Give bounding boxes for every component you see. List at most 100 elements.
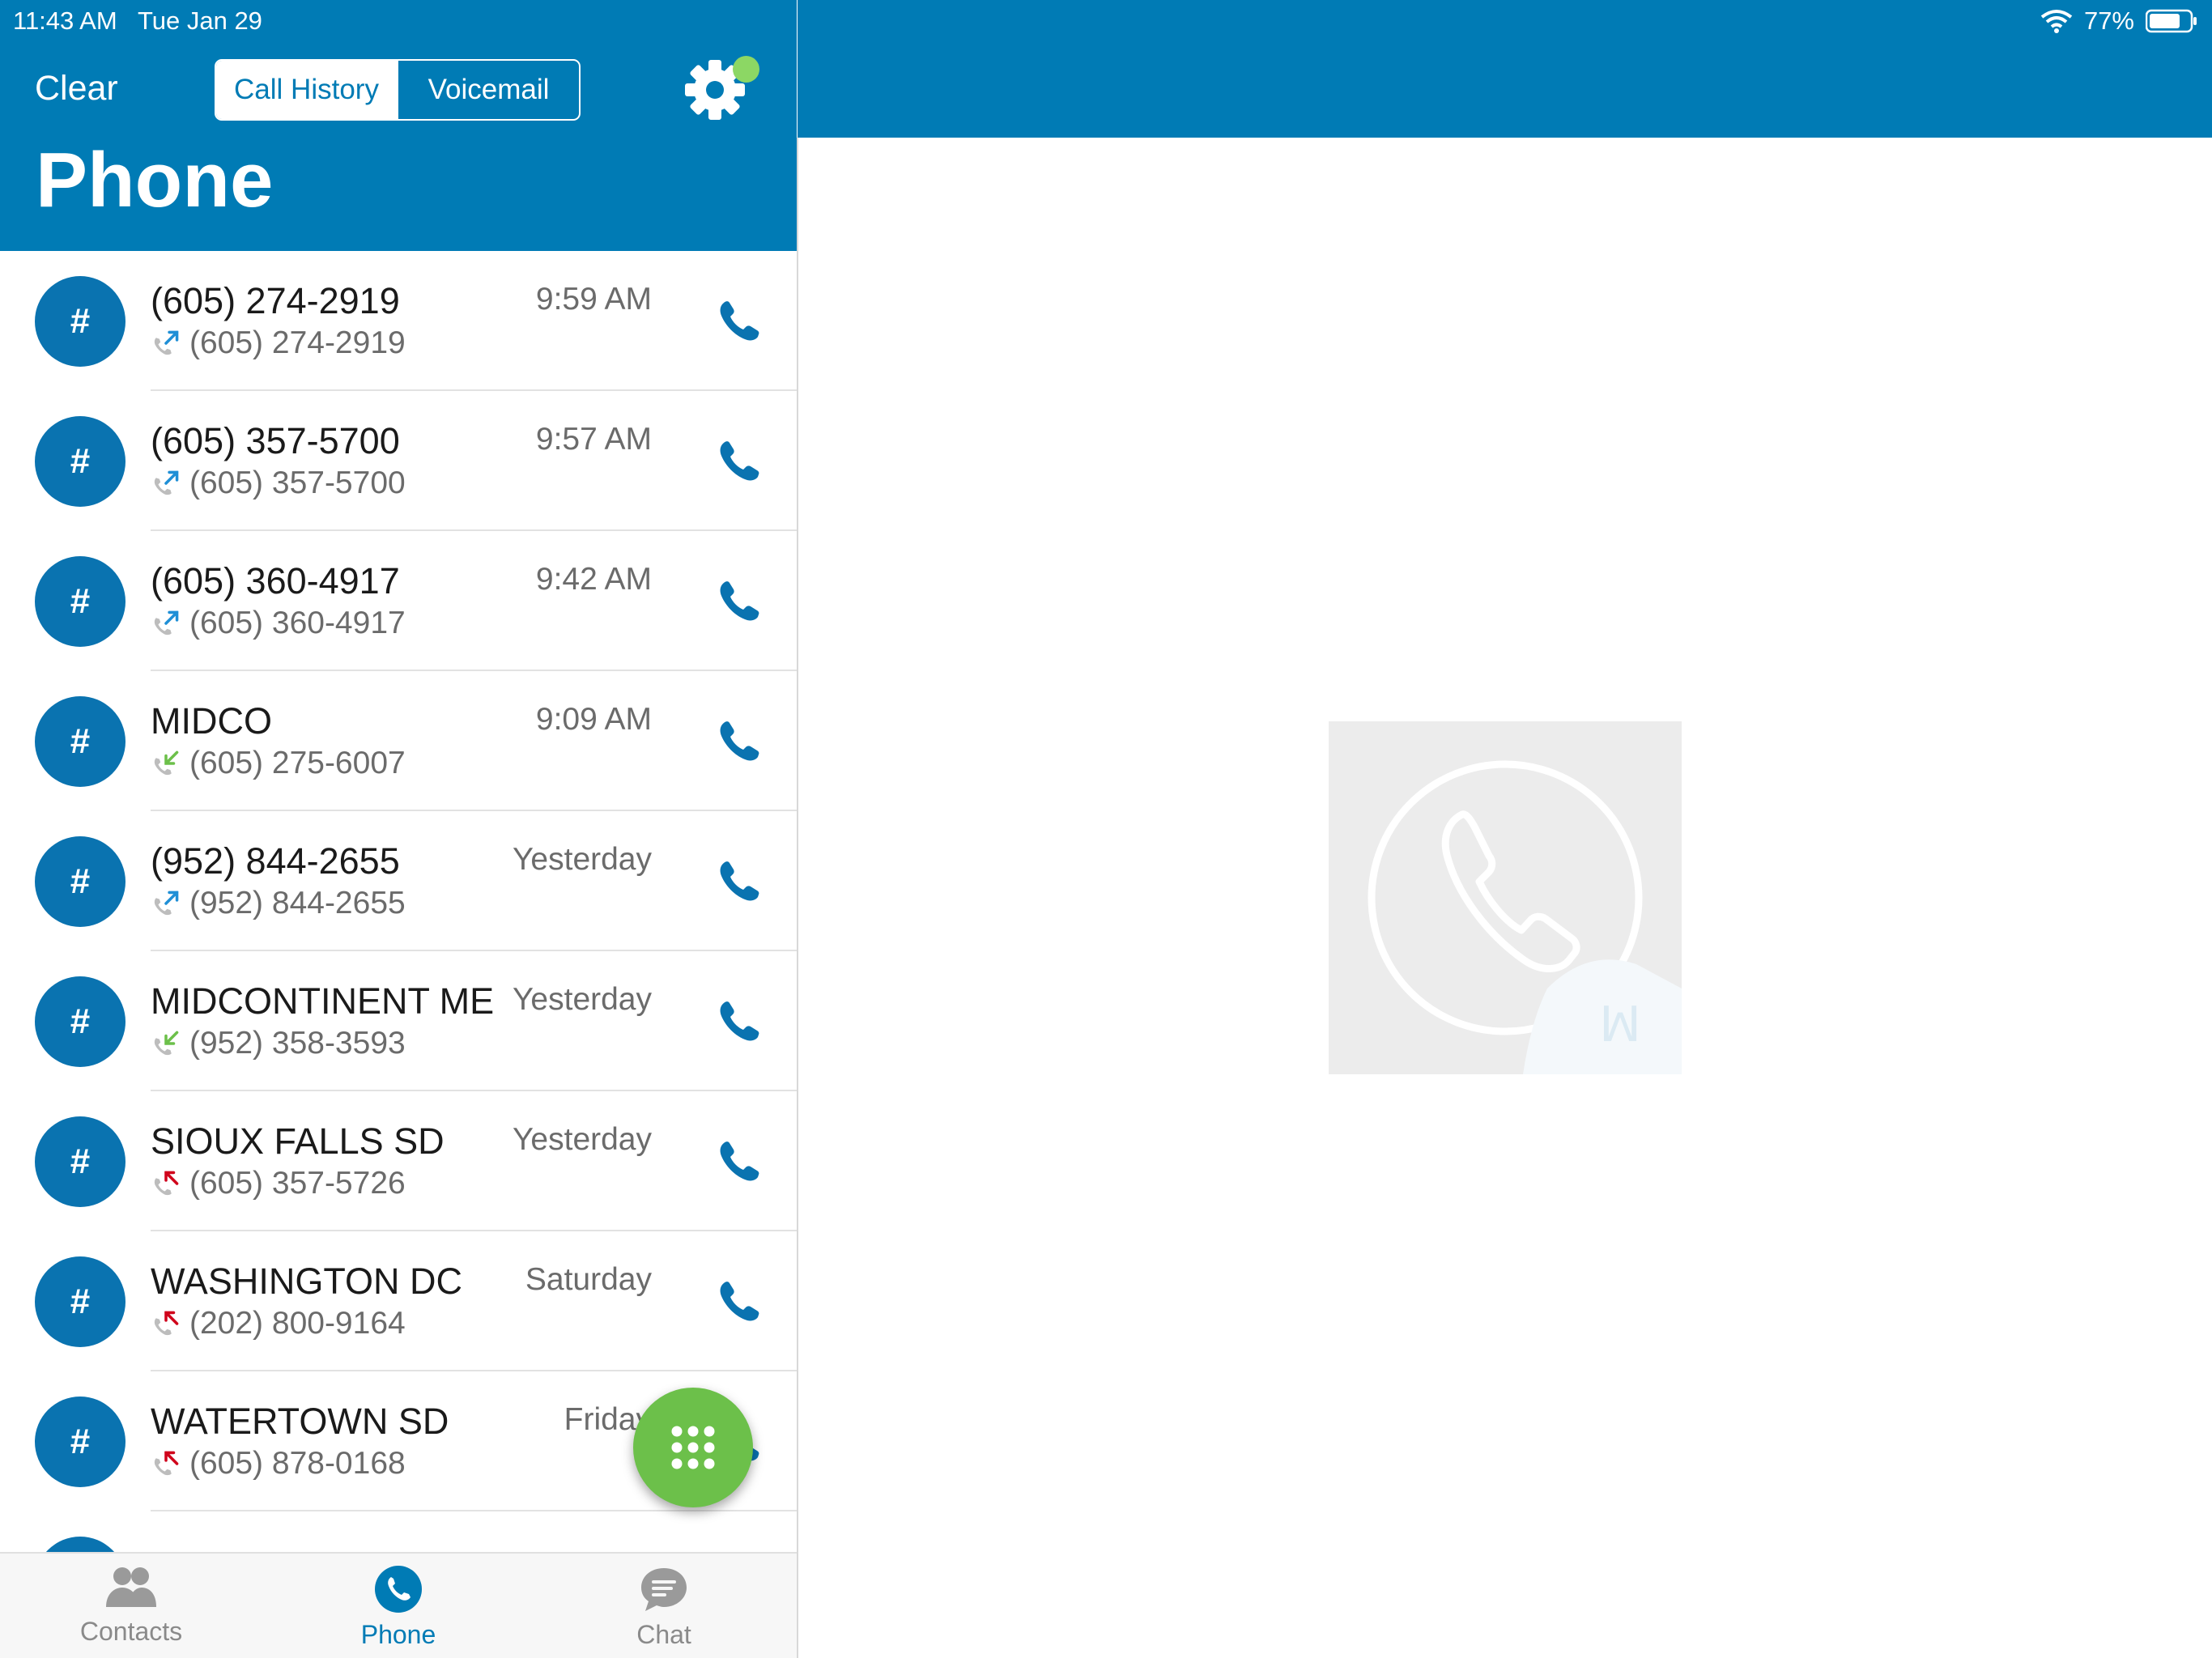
tab-chat-label: Chat <box>636 1620 691 1649</box>
call-row[interactable]: # MIDCO (605) 275-6007 9:09 AM <box>0 671 797 811</box>
avatar: # <box>35 1116 125 1207</box>
call-row[interactable]: # (952) 844-2655 (952) 844-2655 Yesterday <box>0 811 797 951</box>
missed-call-icon <box>154 1171 179 1196</box>
avatar: # <box>35 696 125 787</box>
outgoing-call-icon <box>154 610 179 636</box>
call-number: (605) 357-5700 <box>189 466 406 500</box>
status-time: 11:43 AM <box>13 6 117 35</box>
page-title: Phone <box>36 137 274 223</box>
contacts-icon <box>106 1567 156 1607</box>
avatar: # <box>35 416 125 507</box>
history-voicemail-toggle: Call History Voicemail <box>215 59 581 121</box>
avatar: # <box>35 976 125 1067</box>
call-number: (952) 844-2655 <box>189 886 406 920</box>
call-time: Yesterday <box>512 842 652 877</box>
phone-icon <box>375 1566 422 1613</box>
avatar: # <box>35 276 125 367</box>
call-time: Saturday <box>525 1262 652 1297</box>
incoming-call-icon <box>154 750 179 776</box>
call-time: 9:09 AM <box>535 702 652 737</box>
phone-circle-icon: ꟽ <box>1329 721 1682 1074</box>
tab-phone-label: Phone <box>360 1620 436 1649</box>
call-row[interactable]: # (605) 357-5700 (605) 357-5700 9:57 AM <box>0 391 797 531</box>
tab-phone[interactable]: Phone <box>317 1565 479 1650</box>
clear-button[interactable]: Clear <box>35 69 118 108</box>
call-time: 9:42 AM <box>535 562 652 597</box>
avatar: # <box>35 836 125 927</box>
call-row[interactable]: # WASHINGTON DC (202) 800-9164 Saturday <box>0 1231 797 1371</box>
status-bar: 11:43 AM Tue Jan 29 77% <box>0 0 2212 44</box>
phone-icon[interactable] <box>713 1272 769 1329</box>
call-row[interactable]: # (605) 274-2919 (605) 274-2919 9:59 AM <box>0 251 797 391</box>
missed-call-icon <box>154 1451 179 1476</box>
call-number: (202) 800-9164 <box>189 1306 406 1341</box>
status-date: Tue Jan 29 <box>137 6 262 35</box>
incoming-call-icon <box>154 1031 179 1056</box>
phone-icon[interactable] <box>713 992 769 1048</box>
call-row[interactable]: # MIDCONTINENT ME (952) 358-3593 Yesterday <box>0 951 797 1091</box>
call-subline: (202) 800-9164 <box>151 1306 406 1341</box>
call-subline: (605) 878-0168 <box>151 1446 406 1482</box>
phone-icon[interactable] <box>713 572 769 628</box>
missed-call-icon <box>154 1311 179 1336</box>
outgoing-call-icon <box>154 470 179 495</box>
chat-icon <box>641 1568 687 1611</box>
phone-icon[interactable] <box>713 432 769 488</box>
call-subline: (605) 360-4917 <box>151 606 406 641</box>
call-row[interactable]: # <box>0 1511 797 1552</box>
split-divider <box>797 138 798 1658</box>
tab-contacts-label: Contacts <box>79 1617 183 1646</box>
call-subline: (605) 357-5700 <box>151 466 406 501</box>
call-time: Yesterday <box>512 982 652 1017</box>
call-number: (605) 274-2919 <box>189 325 406 360</box>
call-name: WASHINGTON DC <box>151 1261 463 1302</box>
call-name: WATERTOWN SD <box>151 1401 449 1442</box>
bottom-tab-bar: Contacts Phone Chat <box>0 1552 797 1658</box>
phone-icon[interactable] <box>713 852 769 908</box>
call-name: MIDCO <box>151 700 272 742</box>
call-subline: (605) 274-2919 <box>151 325 406 361</box>
call-number: (605) 360-4917 <box>189 606 406 640</box>
call-name: (605) 360-4917 <box>151 560 400 602</box>
dialpad-icon <box>671 1426 715 1469</box>
battery-percent: 77% <box>2083 6 2134 35</box>
avatar: # <box>35 1397 125 1487</box>
call-number: (605) 357-5726 <box>189 1166 406 1201</box>
outgoing-call-icon <box>154 330 179 355</box>
status-right: 77% <box>2040 6 2197 36</box>
call-number: (952) 358-3593 <box>189 1026 406 1061</box>
call-name: MIDCONTINENT ME <box>151 980 495 1022</box>
call-row[interactable]: # SIOUX FALLS SD (605) 357-5726 Yesterday <box>0 1091 797 1231</box>
tab-call-history[interactable]: Call History <box>216 61 397 119</box>
battery-icon <box>2146 9 2197 33</box>
call-subline: (605) 357-5726 <box>151 1166 406 1201</box>
call-name: (605) 274-2919 <box>151 280 400 321</box>
avatar: # <box>35 1537 125 1552</box>
phone-icon[interactable] <box>713 291 769 348</box>
call-time: Yesterday <box>512 1122 652 1157</box>
call-subline: (605) 275-6007 <box>151 746 406 781</box>
phone-icon[interactable] <box>713 712 769 768</box>
call-number: (605) 275-6007 <box>189 746 406 780</box>
svg-text:ꟽ: ꟽ <box>1599 997 1641 1052</box>
call-time: 9:57 AM <box>535 422 652 457</box>
avatar: # <box>35 556 125 647</box>
avatar: # <box>35 1256 125 1347</box>
phone-icon[interactable] <box>713 1132 769 1188</box>
tab-contacts[interactable]: Contacts <box>50 1565 212 1647</box>
dialpad-button[interactable] <box>633 1388 753 1507</box>
call-history-list[interactable]: # (605) 274-2919 (605) 274-2919 9:59 AM # (60… <box>0 251 797 1552</box>
status-dot <box>733 56 759 83</box>
tab-voicemail[interactable]: Voicemail <box>397 61 579 119</box>
call-name: SIOUX FALLS SD <box>151 1120 445 1162</box>
call-subline: (952) 844-2655 <box>151 886 406 921</box>
outgoing-call-icon <box>154 891 179 916</box>
call-time: 9:59 AM <box>535 282 652 317</box>
call-subline: (952) 358-3593 <box>151 1026 406 1061</box>
status-time-date: 11:43 AM Tue Jan 29 <box>13 6 262 36</box>
call-row[interactable]: # (605) 360-4917 (605) 360-4917 9:42 AM <box>0 531 797 671</box>
tab-chat[interactable]: Chat <box>583 1565 745 1650</box>
call-name: (605) 357-5700 <box>151 420 400 461</box>
call-number: (605) 878-0168 <box>189 1446 406 1481</box>
wifi-icon <box>2040 9 2073 33</box>
